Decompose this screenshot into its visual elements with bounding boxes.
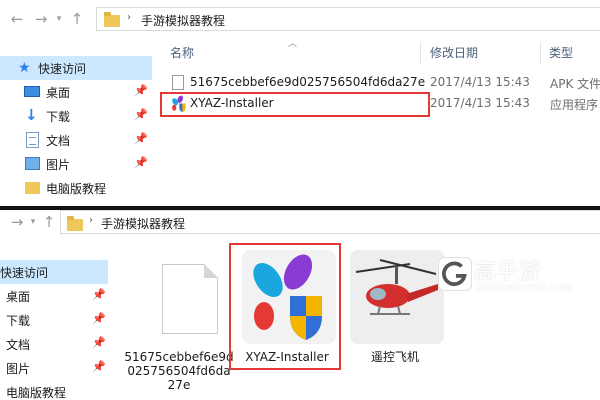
back-arrow-icon[interactable]: ←	[8, 10, 26, 28]
address-bar-row: ← → ▾ ↑ › 手游模拟器教程	[0, 0, 600, 40]
breadcrumb-chevron-icon[interactable]: ›	[127, 12, 131, 23]
column-header-type[interactable]: 类型	[549, 44, 573, 64]
sidebar-item-label: 电脑版教程	[6, 386, 67, 400]
documents-icon	[26, 132, 39, 148]
sidebar-item-label: 文档	[46, 134, 71, 148]
file-type: 应用程序	[550, 98, 599, 112]
address-bar[interactable]: › 手游模拟器教程	[96, 7, 600, 31]
sidebar-item-desktop[interactable]: 桌面 📌	[0, 80, 152, 104]
file-tile-apk[interactable]: 51675cebbef6e9d025756504fd6da27e	[124, 250, 234, 400]
file-modified: 2017/4/13 15:43	[430, 96, 530, 110]
sidebar-item-label: 下载	[6, 314, 31, 328]
pin-icon[interactable]: 📌	[134, 156, 148, 169]
blank-file-icon	[162, 264, 218, 334]
forward-arrow-icon[interactable]: →	[8, 213, 26, 231]
file-thumbnail	[350, 250, 444, 344]
helicopter-image	[350, 250, 444, 344]
folder-icon	[104, 12, 120, 27]
column-header-name[interactable]: 名称	[170, 44, 194, 64]
download-icon: ↓	[25, 106, 38, 124]
sidebar-item-pictures[interactable]: 图片 📌	[0, 356, 108, 380]
sidebar-item-label: 图片	[6, 362, 31, 376]
up-arrow-icon[interactable]: ↑	[68, 10, 86, 28]
recent-locations-chevron-icon[interactable]: ▾	[54, 12, 64, 26]
pin-icon[interactable]: 📌	[134, 132, 148, 145]
pin-icon[interactable]: 📌	[92, 288, 106, 301]
pin-icon[interactable]: 📌	[92, 336, 106, 349]
sidebar-item-label: 桌面	[46, 86, 71, 100]
folder-icon	[67, 216, 83, 231]
pin-icon[interactable]: 📌	[92, 360, 106, 373]
sidebar-item-documents[interactable]: 文档 📌	[0, 128, 152, 152]
file-type: APK 文件	[550, 77, 600, 91]
sidebar-item-documents[interactable]: 文档 📌	[0, 332, 108, 356]
watermark-site: GAOSHOUYOU.COM	[476, 284, 572, 294]
column-divider[interactable]	[540, 42, 541, 64]
file-icon	[172, 75, 184, 90]
highlight-box	[229, 243, 341, 370]
sidebar-item-quick-access[interactable]: ★ 快速访问	[0, 56, 152, 80]
sidebar-item-label: 下载	[46, 110, 71, 124]
pin-icon[interactable]: 📌	[134, 108, 148, 121]
sidebar-item-pc-tutorials[interactable]: 电脑版教程	[0, 380, 108, 400]
desktop-icon	[24, 86, 40, 97]
sidebar-item-label: 快速访问	[38, 62, 87, 76]
file-row[interactable]: 51675cebbef6e9d025756504fd6da27e 2017/4/…	[160, 72, 600, 94]
star-icon: ★	[18, 60, 31, 76]
forward-arrow-icon[interactable]: →	[32, 10, 50, 28]
sidebar-item-label: 快速访问	[0, 266, 49, 280]
address-bar[interactable]: › 手游模拟器教程	[60, 210, 600, 234]
file-caption: 遥控飞机	[370, 350, 419, 364]
sort-ascending-icon: ︿	[288, 39, 298, 49]
column-divider[interactable]	[420, 42, 421, 64]
sidebar-item-downloads[interactable]: 下载 📌	[0, 308, 108, 332]
file-modified: 2017/4/13 15:43	[430, 75, 530, 89]
pin-icon[interactable]: 📌	[134, 84, 148, 97]
file-thumbnail	[134, 250, 228, 344]
sidebar-item-label: 图片	[46, 158, 71, 172]
highlight-box	[160, 92, 430, 117]
explorer-window-details: ← → ▾ ↑ › 手游模拟器教程 ★ 快速访问 桌面 📌 ↓ 下载 📌 文档 …	[0, 0, 600, 206]
breadcrumb[interactable]: 手游模拟器教程	[141, 12, 225, 29]
sidebar-item-label: 电脑版教程	[46, 182, 107, 196]
sidebar-item-desktop[interactable]: 桌面 📌	[0, 284, 108, 308]
sidebar-item-pc-tutorials[interactable]: 电脑版教程	[0, 176, 152, 200]
watermark-logo-icon	[438, 257, 472, 291]
recent-locations-chevron-icon[interactable]: ▾	[28, 215, 38, 229]
sidebar-item-label: 文档	[6, 338, 31, 352]
folder-icon	[25, 182, 40, 194]
file-tile-rc-helicopter[interactable]: 遥控飞机	[340, 250, 450, 400]
file-name: 51675cebbef6e9d025756504fd6da27e	[190, 75, 426, 89]
watermark-text: 高手游	[474, 260, 541, 285]
sidebar-item-quick-access[interactable]: 快速访问	[0, 260, 108, 284]
breadcrumb-chevron-icon[interactable]: ›	[89, 215, 93, 226]
sidebar-item-downloads[interactable]: ↓ 下载 📌	[0, 104, 152, 128]
pictures-icon	[25, 157, 40, 170]
up-arrow-icon[interactable]: ↑	[40, 213, 58, 231]
g-logo-icon	[442, 261, 467, 286]
explorer-window-icons: → ▾ ↑ › 手游模拟器教程 快速访问 桌面 📌 下载 📌 文档 📌 图片 📌	[0, 210, 600, 400]
file-caption: 51675cebbef6e9d025756504fd6da27e	[124, 350, 234, 392]
sidebar-item-label: 桌面	[6, 290, 31, 304]
breadcrumb[interactable]: 手游模拟器教程	[101, 215, 185, 232]
column-header-modified[interactable]: 修改日期	[430, 44, 478, 64]
sidebar-item-pictures[interactable]: 图片 📌	[0, 152, 152, 176]
pin-icon[interactable]: 📌	[92, 312, 106, 325]
